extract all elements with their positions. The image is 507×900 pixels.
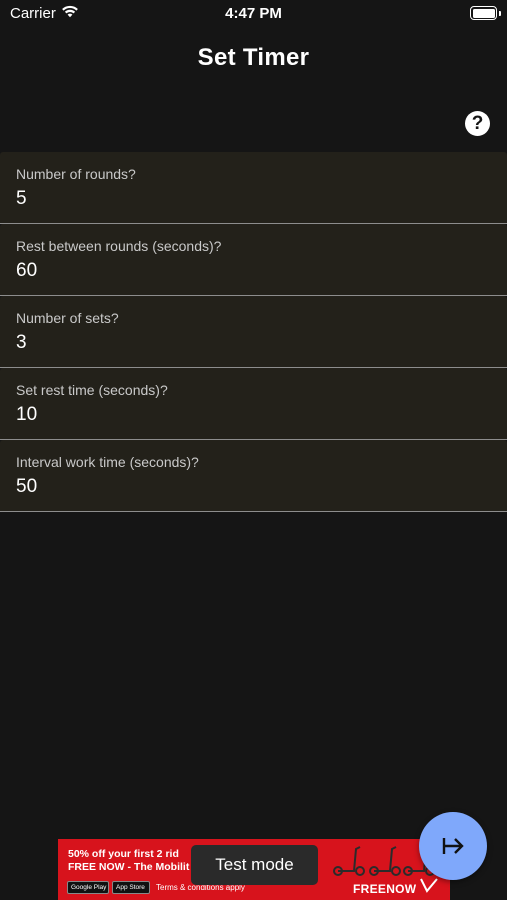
set-rest-field[interactable]: Set rest time (seconds)? 10 bbox=[0, 368, 507, 440]
sets-field-label: Number of sets? bbox=[16, 310, 119, 326]
app-store-badge[interactable]: App Store bbox=[112, 881, 150, 894]
round-rest-field-label: Rest between rounds (seconds)? bbox=[16, 238, 222, 254]
arrow-right-to-bar-icon bbox=[442, 838, 464, 854]
rounds-field-value[interactable]: 5 bbox=[16, 188, 27, 210]
battery-fill bbox=[472, 8, 495, 18]
work-time-field-label: Interval work time (seconds)? bbox=[16, 454, 199, 470]
battery-icon bbox=[470, 6, 497, 20]
freenow-mark-icon bbox=[420, 878, 438, 893]
round-rest-field[interactable]: Rest between rounds (seconds)? 60 bbox=[0, 224, 507, 296]
page-title: Set Timer bbox=[197, 44, 310, 71]
rounds-field-label: Number of rounds? bbox=[16, 166, 136, 182]
status-time: 4:47 PM bbox=[225, 5, 282, 22]
ad-subline: FREE NOW - The Mobilit bbox=[68, 861, 190, 873]
sets-field-value[interactable]: 3 bbox=[16, 332, 27, 354]
status-bar: Carrier 4:47 PM bbox=[0, 0, 507, 28]
timer-form: Number of rounds? 5 Rest between rounds … bbox=[0, 152, 507, 512]
screen: Carrier 4:47 PM Set Timer ? Number of ro… bbox=[0, 0, 507, 900]
rounds-field[interactable]: Number of rounds? 5 bbox=[0, 152, 507, 224]
google-play-badge[interactable]: Google Play bbox=[67, 881, 109, 894]
set-rest-field-value[interactable]: 10 bbox=[16, 404, 37, 426]
test-mode-label: Test mode bbox=[191, 845, 318, 885]
work-time-field[interactable]: Interval work time (seconds)? 50 bbox=[0, 440, 507, 512]
sets-field[interactable]: Number of sets? 3 bbox=[0, 296, 507, 368]
ad-headline: 50% off your first 2 rid bbox=[68, 848, 179, 860]
question-mark-icon[interactable]: ? bbox=[465, 111, 490, 136]
start-button[interactable] bbox=[419, 812, 487, 880]
ad-brand-logo: FREENOW bbox=[353, 882, 417, 896]
round-rest-field-value[interactable]: 60 bbox=[16, 260, 37, 282]
work-time-field-value[interactable]: 50 bbox=[16, 476, 37, 498]
battery-tip bbox=[499, 11, 501, 16]
set-rest-field-label: Set rest time (seconds)? bbox=[16, 382, 168, 398]
